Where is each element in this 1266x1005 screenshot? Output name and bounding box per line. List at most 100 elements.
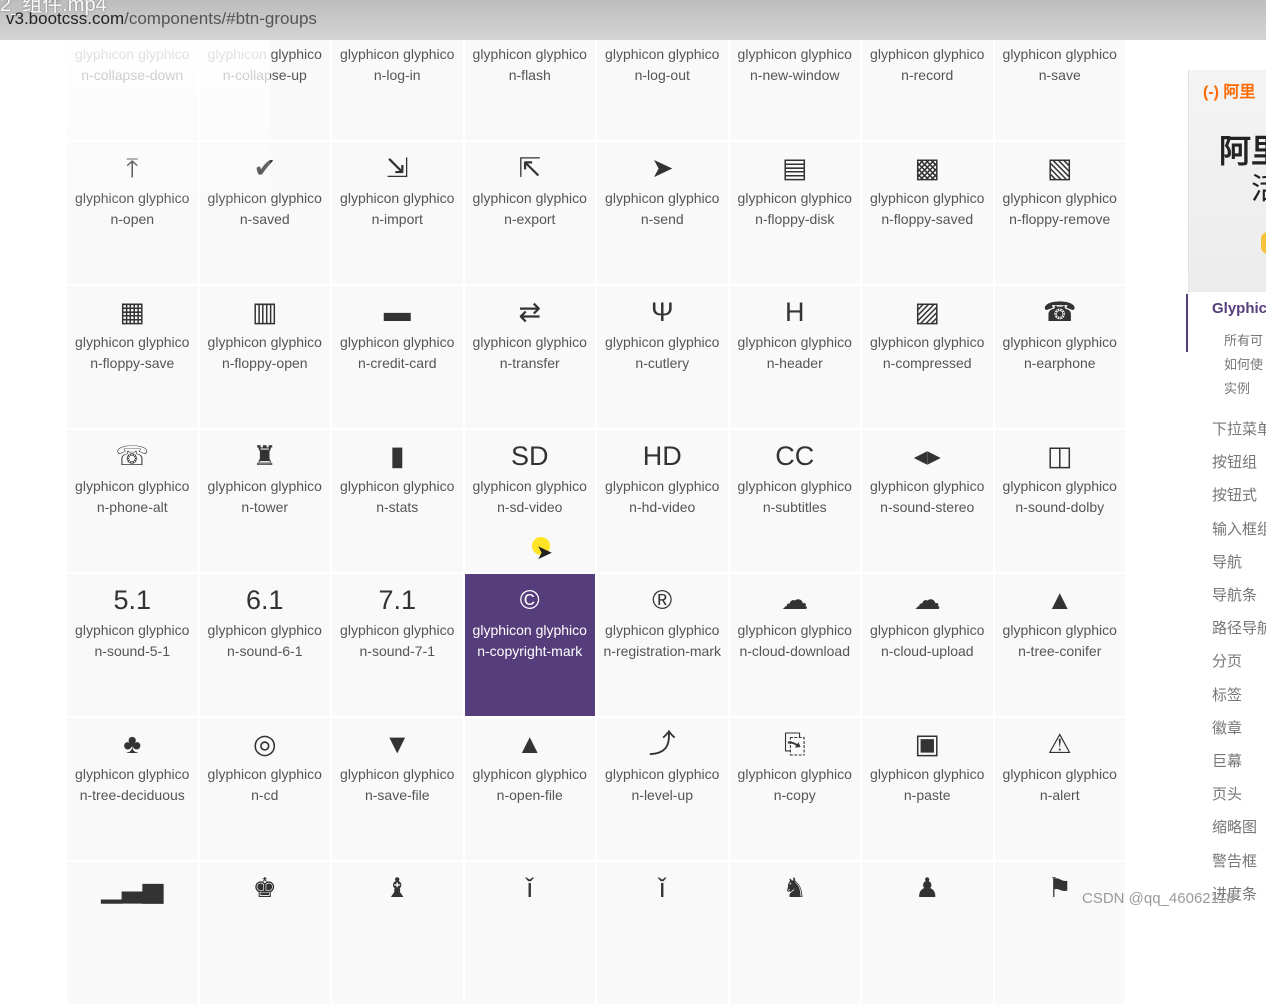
sidebar-item[interactable]: 下拉菜单	[1212, 418, 1266, 439]
glyphicon-cell[interactable]: ◎ glyphicon glyphicon-cd	[198, 717, 331, 861]
sidebar-item[interactable]: 巨幕	[1212, 750, 1242, 771]
glyphicon-cell[interactable]: ▧ glyphicon glyphicon-floppy-remove	[993, 141, 1126, 285]
glyphicon-label: glyphicon glyphicon-save-file	[340, 766, 455, 803]
sidebar-item[interactable]: 标签	[1212, 684, 1242, 705]
glyphicon-cell[interactable]: 7.1 glyphicon glyphicon-sound-7-1	[331, 573, 464, 717]
glyphicon-icon: ǐ	[659, 873, 666, 903]
glyphicon-icon: ⇱	[518, 153, 542, 183]
glyphicon-label: glyphicon glyphicon-registration-mark	[603, 622, 721, 659]
glyphicon-label: glyphicon glyphicon-import	[340, 190, 455, 227]
sidebar-subitem[interactable]: 所有可	[1224, 330, 1263, 349]
glyphicon-icon: ®	[652, 585, 673, 615]
sidebar-item[interactable]: 缩略图	[1212, 816, 1257, 837]
glyphicon-cell[interactable]: ⤒ glyphicon glyphicon-open	[66, 141, 199, 285]
glyphicon-cell[interactable]: ◫ glyphicon glyphicon-sound-dolby	[993, 429, 1126, 573]
glyphicon-cell[interactable]: ☎ glyphicon glyphicon-earphone	[993, 285, 1126, 429]
glyphicon-cell[interactable]: ◂▸ glyphicon glyphicon-sound-stereo	[861, 429, 994, 573]
glyphicon-icon: ⎘	[783, 729, 806, 759]
glyphicon-cell[interactable]: HD glyphicon glyphicon-hd-video	[596, 429, 729, 573]
glyphicon-grid: ▣glyphicon glyphicon-collapse-down◘glyph…	[66, 0, 1126, 1005]
glyphicon-cell[interactable]: 5.1 glyphicon glyphicon-sound-5-1	[66, 573, 199, 717]
glyphicon-cell[interactable]: ▁▃▅	[66, 861, 199, 1005]
glyphicon-cell[interactable]: ⇄ glyphicon glyphicon-transfer	[463, 285, 596, 429]
glyphicon-cell[interactable]: ▮ glyphicon glyphicon-stats	[331, 429, 464, 573]
glyphicon-label: glyphicon glyphicon-log-out	[605, 46, 720, 83]
glyphicon-cell[interactable]: ♝	[331, 861, 464, 1005]
url-path: /components/#btn-groups	[124, 9, 317, 28]
glyphicon-icon: ⚠	[1047, 729, 1072, 759]
ad-subline: 活	[1251, 164, 1266, 208]
url-text[interactable]: v3.bootcss.com/components/#btn-groups	[6, 9, 317, 29]
glyphicon-cell[interactable]: ▲ glyphicon glyphicon-open-file	[463, 717, 596, 861]
glyphicon-label: glyphicon glyphicon-export	[472, 190, 587, 227]
glyphicon-cell[interactable]: 6.1 glyphicon glyphicon-sound-6-1	[198, 573, 331, 717]
glyphicon-cell[interactable]: ☏ glyphicon glyphicon-phone-alt	[66, 429, 199, 573]
glyphicon-icon: ǐ	[526, 873, 533, 903]
glyphicon-label: glyphicon glyphicon-floppy-disk	[737, 190, 852, 227]
sidebar-item[interactable]: 分页	[1212, 650, 1242, 671]
glyphicon-cell[interactable]: © glyphicon glyphicon-copyright-mark	[463, 573, 596, 717]
glyphicon-cell[interactable]: ǐ	[463, 861, 596, 1005]
glyphicon-cell[interactable]: ♣ glyphicon glyphicon-tree-deciduous	[66, 717, 199, 861]
glyphicon-label: glyphicon glyphicon-tree-deciduous	[75, 766, 190, 803]
glyphicon-cell[interactable]: ▲ glyphicon glyphicon-tree-conifer	[993, 573, 1126, 717]
glyphicon-cell[interactable]: ⇲ glyphicon glyphicon-import	[331, 141, 464, 285]
glyphicon-label: glyphicon glyphicon-compressed	[870, 334, 985, 371]
glyphicon-cell[interactable]: ǐ	[596, 861, 729, 1005]
glyphicon-cell[interactable]: ® glyphicon glyphicon-registration-mark	[596, 573, 729, 717]
mouse-pointer-icon: ➤	[536, 542, 553, 564]
sidebar-item[interactable]: 路径导航	[1212, 617, 1266, 638]
glyphicon-cell[interactable]: ➤ glyphicon glyphicon-send	[596, 141, 729, 285]
sidebar-subitem[interactable]: 实例	[1224, 378, 1250, 397]
sidebar-item[interactable]: 导航条	[1212, 584, 1257, 605]
glyphicon-cell[interactable]: ▼ glyphicon glyphicon-save-file	[331, 717, 464, 861]
sidebar-item[interactable]: 页头	[1212, 783, 1242, 804]
glyphicon-cell[interactable]: ⤴ glyphicon glyphicon-level-up	[596, 717, 729, 861]
glyphicon-label: glyphicon glyphicon-sound-dolby	[1002, 478, 1117, 515]
sidebar-item[interactable]: 按钮组	[1212, 451, 1257, 472]
aliyun-ad-banner[interactable]: (-) 阿里 阿里 活	[1188, 70, 1266, 292]
glyphicon-cell[interactable]: ▣ glyphicon glyphicon-paste	[861, 717, 994, 861]
glyphicon-cell[interactable]: ✔ glyphicon glyphicon-saved	[198, 141, 331, 285]
glyphicon-cell[interactable]: ▤ glyphicon glyphicon-floppy-disk	[728, 141, 861, 285]
glyphicon-cell[interactable]: ▬ glyphicon glyphicon-credit-card	[331, 285, 464, 429]
sidebar-subitem[interactable]: 如何使	[1224, 354, 1263, 373]
glyphicon-label: glyphicon glyphicon-save	[1002, 46, 1117, 83]
glyphicon-icon: ⤒	[126, 153, 139, 183]
ad-decoration	[1261, 232, 1266, 254]
glyphicon-icon: ♜	[252, 441, 277, 471]
glyphicon-cell[interactable]: ☁ glyphicon glyphicon-cloud-download	[728, 573, 861, 717]
glyphicon-label: glyphicon glyphicon-sound-stereo	[870, 478, 985, 515]
glyphicon-cell[interactable]: ♜ glyphicon glyphicon-tower	[198, 429, 331, 573]
glyphicon-cell[interactable]: CC glyphicon glyphicon-subtitles	[728, 429, 861, 573]
glyphicon-cell[interactable]: Hglyphicon glyphicon-header	[728, 285, 861, 429]
glyphicon-icon: ♟	[915, 873, 940, 903]
glyphicon-cell[interactable]: ⚑	[993, 861, 1126, 1005]
glyphicon-cell[interactable]: ⎘ glyphicon glyphicon-copy	[728, 717, 861, 861]
glyphicon-cell[interactable]: ▦ glyphicon glyphicon-floppy-save	[66, 285, 199, 429]
glyphicon-cell[interactable]: ⇱ glyphicon glyphicon-export	[463, 141, 596, 285]
glyphicon-cell[interactable]: ▨ glyphicon glyphicon-compressed	[861, 285, 994, 429]
glyphicon-cell[interactable]: ☁ glyphicon glyphicon-cloud-upload	[861, 573, 994, 717]
glyphicon-label: glyphicon glyphicon-saved	[207, 190, 322, 227]
glyphicon-cell[interactable]: ♚	[198, 861, 331, 1005]
glyphicon-cell[interactable]: ▩ glyphicon glyphicon-floppy-saved	[861, 141, 994, 285]
browser-address-bar[interactable]: 2_组件.mp4 v3.bootcss.com/components/#btn-…	[0, 0, 1266, 40]
glyphicon-cell[interactable]: ♞	[728, 861, 861, 1005]
glyphicon-icon: ♣	[123, 729, 142, 759]
glyphicon-cell[interactable]: ♟	[861, 861, 994, 1005]
glyphicon-label: glyphicon glyphicon-tree-conifer	[1002, 622, 1117, 659]
glyphicon-cell[interactable]: ⚠ glyphicon glyphicon-alert	[993, 717, 1126, 861]
glyphicon-cell[interactable]: Ψglyphicon glyphicon-cutlery	[596, 285, 729, 429]
glyphicon-label: glyphicon glyphicon-alert	[1002, 766, 1117, 803]
glyphicon-icon: CC	[775, 441, 815, 471]
glyphicon-label: glyphicon glyphicon-stats	[340, 478, 455, 515]
sidebar-item[interactable]: 导航	[1212, 551, 1242, 572]
sidebar-item[interactable]: 徽章	[1212, 717, 1242, 738]
sidebar-item[interactable]: 警告框	[1212, 850, 1257, 871]
sidebar-item[interactable]: 输入框组	[1212, 518, 1266, 539]
sidebar-item[interactable]: 按钮式	[1212, 484, 1257, 505]
sidebar-item-glyphicons[interactable]: Glyphic	[1212, 300, 1266, 317]
glyphicon-cell[interactable]: SD glyphicon glyphicon-sd-video	[463, 429, 596, 573]
glyphicon-cell[interactable]: ▥ glyphicon glyphicon-floppy-open	[198, 285, 331, 429]
